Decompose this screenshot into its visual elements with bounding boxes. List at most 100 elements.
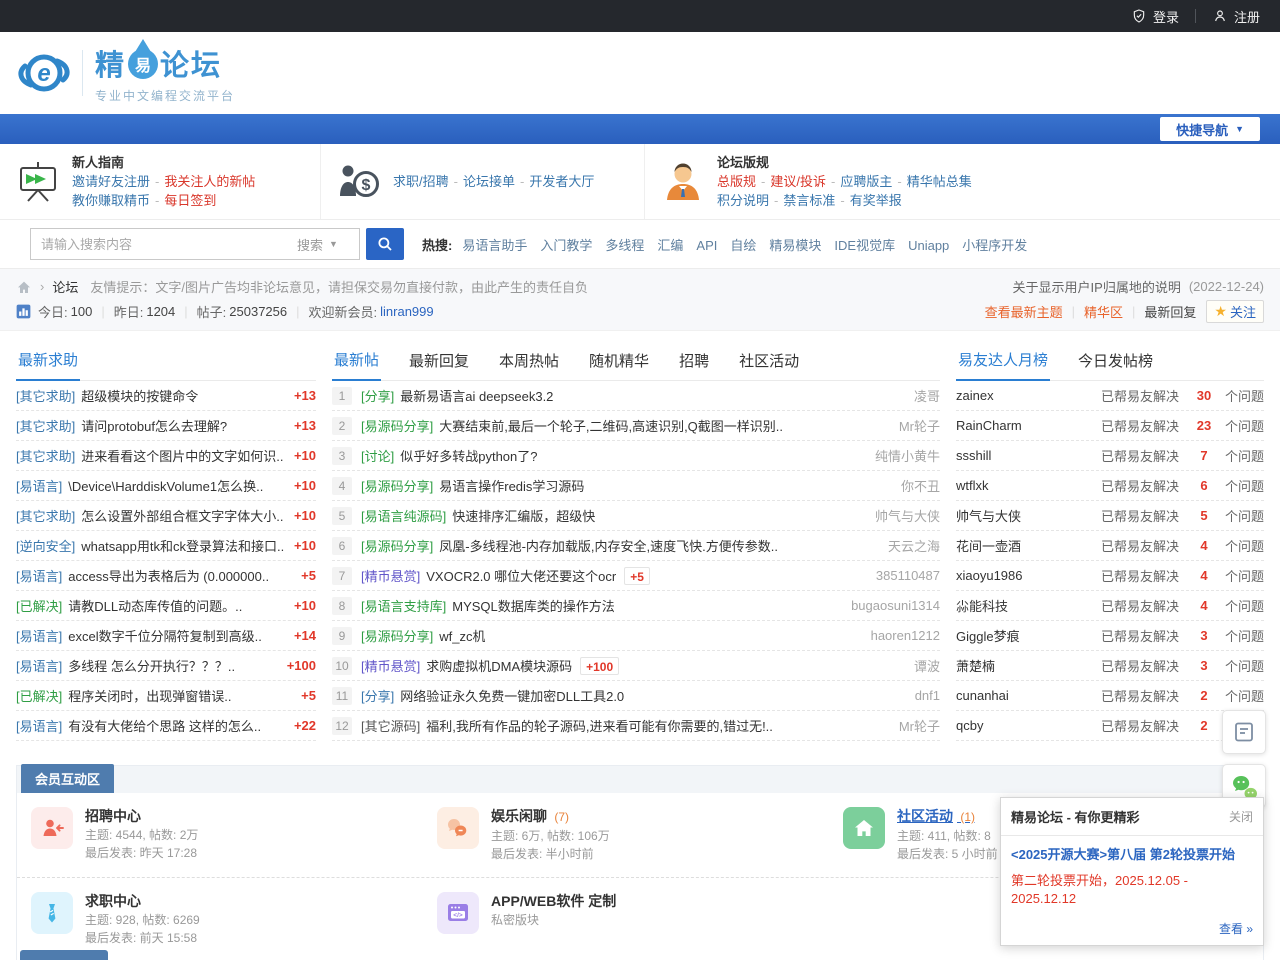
post-item-title[interactable]: 似乎好多转战python了? — [400, 446, 537, 465]
member-card[interactable]: 求职中心主题: 928, 帖数: 6269最后发表: 前天 15:58 — [31, 888, 437, 951]
rank-item[interactable]: xiaoyu1986已帮易友解决4个问题 — [956, 561, 1264, 591]
guide-link[interactable]: 论坛接单 — [463, 174, 515, 189]
rank-item-name[interactable]: 尛能科技 — [956, 596, 1101, 615]
post-item-author[interactable]: 天云之海 — [878, 536, 940, 555]
follow-button[interactable]: ★ 关注 — [1206, 300, 1264, 323]
member-card[interactable]: 娱乐闲聊 (7)主题: 6万, 帖数: 106万最后发表: 半小时前 — [437, 803, 843, 867]
post-item-author[interactable]: Mr轮子 — [889, 716, 940, 735]
guide-link[interactable]: 邀请好友注册 — [72, 174, 150, 189]
post-item[interactable]: 10[精币悬赏]求购虚拟机DMA模块源码+100谭波 — [332, 651, 940, 681]
post-item-tag[interactable]: [精币悬赏] — [361, 566, 420, 585]
post-item-tag[interactable]: [分享] — [361, 386, 394, 405]
help-item[interactable]: [已解决]请教DLL动态库传值的问题。..+10 — [16, 591, 316, 621]
help-item-title[interactable]: 进来看看这个图片中的文字如何识.. — [81, 446, 283, 465]
help-item[interactable]: [已解决]程序关闭时，出现弹窗错误..+5 — [16, 681, 316, 711]
help-item-title[interactable]: access导出为表格后为 (0.000000.. — [68, 566, 269, 585]
tab-today-posters[interactable]: 今日发帖榜 — [1076, 350, 1155, 380]
guide-link[interactable]: 精华帖总集 — [907, 174, 972, 189]
post-item-tag[interactable]: [易语言纯源码] — [361, 506, 446, 525]
post-item-title[interactable]: 求购虚拟机DMA模块源码 — [426, 656, 572, 675]
tab-2[interactable]: 最新回复 — [407, 350, 471, 380]
rank-item-name[interactable]: Giggle梦痕 — [956, 626, 1101, 645]
search-button[interactable] — [366, 228, 404, 260]
help-item-tag[interactable]: [已解决] — [16, 686, 62, 705]
post-item-author[interactable]: Mr轮子 — [889, 416, 940, 435]
rank-item-name[interactable]: RainCharm — [956, 418, 1101, 433]
help-item[interactable]: [其它求助]请问protobuf怎么去理解?+13 — [16, 411, 316, 441]
post-item-author[interactable]: 凌哥 — [904, 386, 940, 405]
member-card-title[interactable]: 娱乐闲聊 (7) — [491, 807, 610, 827]
post-item-title[interactable]: 快速排序汇编版，超级快 — [452, 506, 595, 525]
help-item-title[interactable]: 程序关闭时，出现弹窗错误.. — [68, 686, 231, 705]
help-item-title[interactable]: 请教DLL动态库传值的问题。.. — [68, 596, 242, 615]
post-item-title[interactable]: 福利,我所有作品的轮子源码,进来看可能有你需要的,错过无!.. — [426, 716, 773, 735]
post-item-author[interactable]: bugaosuni1314 — [841, 598, 940, 613]
hot-search-link[interactable]: 易语言助手 — [462, 238, 527, 253]
post-item-tag[interactable]: [易源码分享] — [361, 416, 433, 435]
help-item[interactable]: [易语言]excel数字千位分隔符复制到高级..+14 — [16, 621, 316, 651]
member-card[interactable]: 招聘中心主题: 4544, 帖数: 2万最后发表: 昨天 17:28 — [31, 803, 437, 867]
help-item-title[interactable]: 有没有大佬给个思路 这样的怎么.. — [68, 716, 261, 735]
rank-item-name[interactable]: xiaoyu1986 — [956, 568, 1101, 583]
help-item[interactable]: [易语言]\Device\HarddiskVolume1怎么换..+10 — [16, 471, 316, 501]
help-item-tag[interactable]: [其它求助] — [16, 386, 75, 405]
help-item-tag[interactable]: [易语言] — [16, 716, 62, 735]
register-button[interactable]: 注册 — [1212, 7, 1260, 26]
popup-announcement-link[interactable]: <2025开源大赛>第八届 第2轮投票开始 — [1011, 846, 1253, 864]
member-card-title[interactable]: 招聘中心 — [85, 807, 198, 826]
guide-link[interactable]: 积分说明 — [717, 193, 769, 208]
feedback-float-button[interactable] — [1222, 710, 1266, 754]
rank-item[interactable]: 萧楚楠已帮易友解决3个问题 — [956, 651, 1264, 681]
post-item-tag[interactable]: [其它源码] — [361, 716, 420, 735]
rank-item[interactable]: RainCharm已帮易友解决23个问题 — [956, 411, 1264, 441]
post-item-tag[interactable]: [分享] — [361, 686, 394, 705]
help-item-tag[interactable]: [易语言] — [16, 626, 62, 645]
help-item-tag[interactable]: [易语言] — [16, 656, 62, 675]
member-card[interactable]: </>APP/WEB软件 定制私密版块 — [437, 888, 843, 951]
hot-search-link[interactable]: IDE视觉库 — [834, 238, 895, 253]
post-item-tag[interactable]: [讨论] — [361, 446, 394, 465]
help-item-title[interactable]: 超级模块的按键命令 — [81, 386, 198, 405]
help-item[interactable]: [其它求助]怎么设置外部组合框文字字体大小..+10 — [16, 501, 316, 531]
rank-item[interactable]: zainex已帮易友解决30个问题 — [956, 381, 1264, 411]
post-item-author[interactable]: 385110487 — [866, 568, 940, 583]
tab-3[interactable]: 本周热帖 — [497, 350, 561, 380]
post-item[interactable]: 8[易语言支持库]MYSQL数据库类的操作方法bugaosuni1314 — [332, 591, 940, 621]
hot-search-link[interactable]: 精易模块 — [769, 238, 821, 253]
post-item-title[interactable]: 大赛结束前,最后一个轮子,二维码,高速识别,Q截图一样识别.. — [439, 416, 783, 435]
post-item-tag[interactable]: [易源码分享] — [361, 476, 433, 495]
member-card-title[interactable]: 求职中心 — [85, 892, 200, 911]
help-item-tag[interactable]: [逆向安全] — [16, 536, 75, 555]
hot-search-link[interactable]: API — [696, 238, 717, 253]
post-item-tag[interactable]: [易源码分享] — [361, 536, 433, 555]
rank-item-name[interactable]: 帅气与大侠 — [956, 506, 1101, 525]
breadcrumb-forum-link[interactable]: 论坛 — [52, 277, 78, 296]
post-item-tag[interactable]: [易源码分享] — [361, 626, 433, 645]
post-item-tag[interactable]: [精币悬赏] — [361, 656, 420, 675]
post-item[interactable]: 1[分享]最新易语言ai deepseek3.2凌哥 — [332, 381, 940, 411]
rank-item-name[interactable]: wtflxk — [956, 478, 1101, 493]
rank-item[interactable]: cunanhai已帮易友解决2个问题 — [956, 681, 1264, 711]
help-item-title[interactable]: 多线程 怎么分开执行？？？.. — [68, 656, 235, 675]
ip-notice-link[interactable]: 关于显示用户IP归属地的说明 — [1013, 277, 1181, 296]
rank-item[interactable]: 帅气与大侠已帮易友解决5个问题 — [956, 501, 1264, 531]
rank-item-name[interactable]: zainex — [956, 388, 1101, 403]
help-item-title[interactable]: 怎么设置外部组合框文字字体大小.. — [81, 506, 283, 525]
guide-link[interactable]: 总版规 — [717, 174, 756, 189]
newest-member-link[interactable]: linran999 — [380, 304, 434, 319]
site-logo[interactable]: e 精 易 论坛 专业中文编程交流平台 — [16, 42, 235, 104]
tab-5[interactable]: 招聘 — [677, 350, 711, 380]
member-card-title[interactable]: 社区活动 (1) — [897, 807, 998, 827]
post-item-author[interactable]: 帅气与大侠 — [865, 506, 940, 525]
help-item[interactable]: [易语言]有没有大佬给个思路 这样的怎么..+22 — [16, 711, 316, 741]
guide-link[interactable]: 教你赚取精币 — [72, 193, 150, 208]
rank-item[interactable]: 尛能科技已帮易友解决4个问题 — [956, 591, 1264, 621]
rank-item-name[interactable]: 花间一壶酒 — [956, 536, 1101, 555]
rank-item-name[interactable]: ssshill — [956, 448, 1101, 463]
post-item-author[interactable]: 纯情小黄牛 — [865, 446, 940, 465]
post-item-title[interactable]: MYSQL数据库类的操作方法 — [452, 596, 615, 615]
search-type-select[interactable]: 搜索 ▼ — [297, 235, 359, 254]
tab-latest-help[interactable]: 最新求助 — [16, 349, 80, 381]
guide-link[interactable]: 禁言标准 — [783, 193, 835, 208]
guide-link[interactable]: 开发者大厅 — [529, 174, 594, 189]
